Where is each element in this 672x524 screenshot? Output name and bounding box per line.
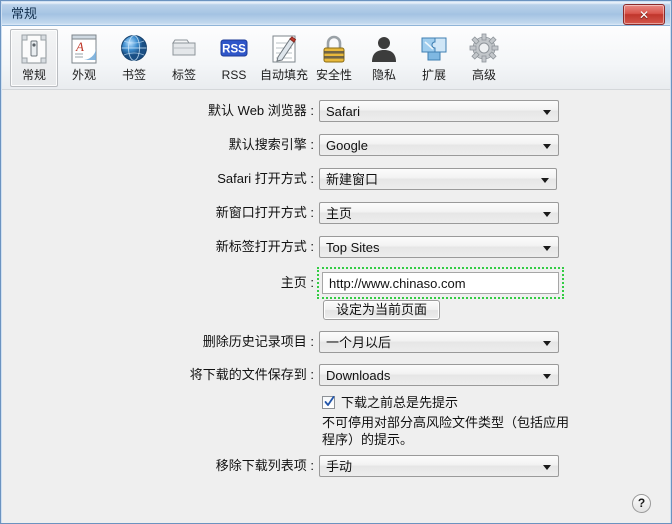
chevron-down-icon — [541, 178, 549, 183]
toolbar-item-advanced[interactable]: 高级 — [460, 29, 508, 87]
new-window-opens-with-dropdown[interactable]: 主页 — [319, 202, 559, 224]
always-prompt-checkbox-row[interactable]: 下载之前总是先提示 — [322, 393, 458, 412]
toolbar-item-label: 标签 — [171, 68, 196, 82]
close-icon: ✕ — [638, 7, 650, 22]
dropdown-value: 一个月以后 — [326, 335, 392, 350]
always-prompt-label: 下载之前总是先提示 — [341, 395, 459, 410]
field-label: 删除历史记录项目 : — [202, 334, 314, 349]
field-label: 新窗口打开方式 : — [215, 205, 314, 220]
svg-text:RSS: RSS — [222, 44, 246, 56]
window-title: 常规 — [11, 6, 38, 21]
toolbar-item-general[interactable]: 常规 — [10, 29, 58, 87]
dropdown-value: Top Sites — [326, 240, 380, 255]
globe-icon — [117, 32, 151, 66]
toolbar-item-label: 高级 — [471, 68, 496, 82]
toolbar-item-label: 书签 — [121, 68, 146, 82]
toolbar-item-appearance[interactable]: A 外观 — [60, 29, 108, 87]
help-button[interactable]: ? — [632, 494, 651, 513]
field-label: 移除下载列表项 : — [215, 458, 314, 473]
field-remove-download-list-items: 移除下载列表项 : — [2, 455, 314, 477]
field-label: 默认 Web 浏览器 : — [208, 103, 314, 118]
checkmark-icon — [324, 396, 335, 406]
dropdown-value: Safari — [326, 104, 360, 119]
dropdown-value: 手动 — [326, 459, 353, 474]
field-download-location: 将下载的文件保存到 : — [2, 364, 314, 386]
dropdown-value: Google — [326, 138, 368, 153]
lock-icon — [317, 32, 351, 66]
field-homepage: 主页 : — [2, 272, 314, 294]
toolbar-item-label: 扩展 — [421, 68, 446, 82]
chevron-down-icon — [543, 374, 551, 379]
toolbar-item-extensions[interactable]: 扩展 — [410, 29, 458, 87]
toolbar-item-bookmarks[interactable]: 书签 — [110, 29, 158, 87]
chevron-down-icon — [543, 246, 551, 251]
default-browser-dropdown[interactable]: Safari — [319, 100, 559, 122]
field-new-window-opens-with: 新窗口打开方式 : — [2, 202, 314, 224]
autofill-icon — [267, 32, 301, 66]
chevron-down-icon — [543, 212, 551, 217]
toolbar-item-label: RSS — [221, 68, 247, 82]
toolbar-item-label: 安全性 — [315, 68, 352, 82]
set-to-current-page-button[interactable]: 设定为当前页面 — [323, 300, 440, 320]
preferences-toolbar: 常规 A 外观 书签 标签 RSS RSS 自动填充 安全性 隐私 扩展 高级 — [2, 26, 670, 90]
toolbar-item-label: 常规 — [21, 68, 46, 82]
remove-download-list-items-dropdown[interactable]: 手动 — [319, 455, 559, 477]
field-label: 默认搜索引擎 : — [228, 137, 314, 152]
safari-opens-with-dropdown[interactable]: 新建窗口 — [319, 168, 557, 190]
field-default-browser: 默认 Web 浏览器 : — [2, 100, 314, 122]
field-safari-opens-with: Safari 打开方式 : — [2, 168, 314, 190]
dropdown-value: 新建窗口 — [326, 172, 379, 187]
toolbar-item-tabs[interactable]: 标签 — [160, 29, 208, 87]
download-location-dropdown[interactable]: Downloads — [319, 364, 559, 386]
toolbar-item-label: 自动填充 — [260, 68, 309, 82]
dropdown-value: Downloads — [326, 368, 391, 383]
puzzle-icon — [417, 32, 451, 66]
chevron-down-icon — [543, 341, 551, 346]
field-search-engine: 默认搜索引擎 : — [2, 134, 314, 156]
homepage-input[interactable]: http://www.chinaso.com — [322, 272, 559, 294]
field-label: Safari 打开方式 : — [217, 171, 314, 186]
dropdown-value: 主页 — [326, 206, 353, 221]
field-label: 新标签打开方式 : — [215, 239, 314, 254]
chevron-down-icon — [543, 110, 551, 115]
chevron-down-icon — [543, 144, 551, 149]
toolbar-item-autofill[interactable]: 自动填充 — [260, 29, 308, 87]
homepage-input-value: http://www.chinaso.com — [329, 276, 466, 291]
toolbar-item-privacy[interactable]: 隐私 — [360, 29, 408, 87]
title-bar: 常规 ✕ — [2, 2, 670, 26]
prompt-note-text: 不可停用对部分高风险文件类型（包括应用程序）的提示。 — [322, 415, 570, 447]
general-icon — [17, 32, 51, 66]
toolbar-item-label: 外观 — [71, 68, 96, 82]
toolbar-item-security[interactable]: 安全性 — [310, 29, 358, 87]
remove-history-items-dropdown[interactable]: 一个月以后 — [319, 331, 559, 353]
general-settings-panel: 默认 Web 浏览器 : Safari 默认搜索引擎 : Google Safa… — [2, 90, 670, 523]
always-prompt-checkbox[interactable] — [322, 396, 335, 409]
person-icon — [367, 32, 401, 66]
preferences-window: 常规 ✕ 常规 A 外观 书签 标签 RSS RSS 自动填充 安全性 隐私 扩… — [0, 0, 672, 524]
svg-text:A: A — [75, 39, 84, 54]
gear-icon — [467, 32, 501, 66]
field-remove-history-items: 删除历史记录项目 : — [2, 331, 314, 353]
toolbar-item-label: 隐私 — [371, 68, 396, 82]
toolbar-item-rss[interactable]: RSS RSS — [210, 29, 258, 87]
field-new-tab-opens-with: 新标签打开方式 : — [2, 236, 314, 258]
field-label: 将下载的文件保存到 : — [189, 367, 314, 382]
rss-icon: RSS — [217, 32, 251, 66]
tabs-icon — [167, 32, 201, 66]
appearance-icon: A — [67, 32, 101, 66]
chevron-down-icon — [543, 465, 551, 470]
field-label: 主页 : — [280, 275, 314, 290]
search-engine-dropdown[interactable]: Google — [319, 134, 559, 156]
close-button[interactable]: ✕ — [623, 4, 665, 25]
new-tab-opens-with-dropdown[interactable]: Top Sites — [319, 236, 559, 258]
